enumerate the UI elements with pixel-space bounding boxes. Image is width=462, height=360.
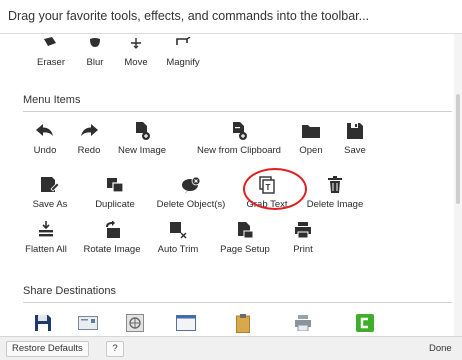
section-title-share-destinations: Share Destinations: [23, 285, 116, 297]
new-image-icon: [130, 120, 154, 142]
tool-undo[interactable]: Undo: [30, 120, 60, 156]
printer-icon[interactable]: [294, 315, 316, 331]
camtasia-icon[interactable]: [356, 314, 376, 332]
web-icon[interactable]: [126, 314, 148, 332]
footer-bar: Restore Defaults ? Done: [0, 336, 462, 360]
email-icon[interactable]: [78, 316, 100, 330]
section-divider: [23, 302, 452, 303]
tool-eraser[interactable]: Eraser: [27, 34, 75, 68]
delete-object-icon: [179, 174, 203, 196]
tools-panel: Eraser Blur Move Magnify Menu Items Undo…: [0, 34, 454, 336]
tool-delete-image[interactable]: Delete Image: [306, 174, 364, 210]
auto-trim-icon: [166, 219, 190, 241]
tool-flatten-all[interactable]: Flatten All: [23, 219, 69, 255]
new-from-clipboard-icon: [227, 120, 251, 142]
duplicate-icon: [103, 174, 127, 196]
share-destinations-row: [34, 313, 376, 333]
tool-save-as[interactable]: Save As: [30, 174, 70, 210]
top-tools-row: Eraser Blur Move Magnify: [27, 34, 209, 68]
tool-magnify[interactable]: Magnify: [157, 34, 209, 68]
tool-redo[interactable]: Redo: [74, 120, 104, 156]
save-destination-icon[interactable]: [34, 314, 54, 332]
menu-row-1: Undo Redo New Image New from Clipboard O…: [30, 120, 370, 156]
flatten-icon: [34, 219, 58, 241]
page-setup-icon: [233, 219, 257, 241]
tool-new-image[interactable]: New Image: [113, 120, 171, 156]
save-icon: [343, 120, 367, 142]
section-divider: [23, 111, 452, 112]
tool-rotate-image[interactable]: Rotate Image: [83, 219, 141, 255]
tool-duplicate[interactable]: Duplicate: [90, 174, 140, 210]
tool-blur[interactable]: Blur: [75, 34, 115, 68]
window-icon[interactable]: [176, 315, 198, 331]
magnify-icon: [171, 34, 195, 54]
menu-row-3: Flatten All Rotate Image Auto Trim Page …: [23, 219, 317, 255]
grab-text-highlight: [243, 168, 307, 210]
instruction-text: Drag your favorite tools, effects, and c…: [8, 9, 370, 23]
tool-new-from-clipboard[interactable]: New from Clipboard: [193, 120, 285, 156]
folder-icon: [299, 120, 323, 142]
trash-icon: [323, 174, 347, 196]
instruction-header: Drag your favorite tools, effects, and c…: [0, 0, 462, 33]
tool-move[interactable]: Move: [115, 34, 157, 68]
scrollbar[interactable]: [454, 34, 462, 336]
blur-icon: [83, 34, 107, 54]
restore-defaults-button[interactable]: Restore Defaults: [6, 341, 89, 357]
section-title-menu-items: Menu Items: [23, 94, 81, 106]
menu-row-2: Save As Duplicate Delete Object(s) T Gra…: [30, 174, 364, 210]
tool-auto-trim[interactable]: Auto Trim: [155, 219, 201, 255]
tool-delete-objects[interactable]: Delete Object(s): [152, 174, 230, 210]
scrollbar-thumb[interactable]: [456, 94, 460, 204]
print-icon: [291, 219, 315, 241]
save-as-icon: [38, 174, 62, 196]
help-button[interactable]: ?: [106, 341, 124, 357]
done-button[interactable]: Done: [424, 341, 457, 357]
tool-print[interactable]: Print: [289, 219, 317, 255]
tool-page-setup[interactable]: Page Setup: [217, 219, 273, 255]
tool-save[interactable]: Save: [340, 120, 370, 156]
move-icon: [124, 34, 148, 54]
undo-icon: [33, 120, 57, 142]
tool-open[interactable]: Open: [295, 120, 327, 156]
rotate-image-icon: [100, 219, 124, 241]
clipboard-icon[interactable]: [236, 313, 254, 333]
redo-icon: [77, 120, 101, 142]
eraser-icon: [39, 34, 63, 54]
